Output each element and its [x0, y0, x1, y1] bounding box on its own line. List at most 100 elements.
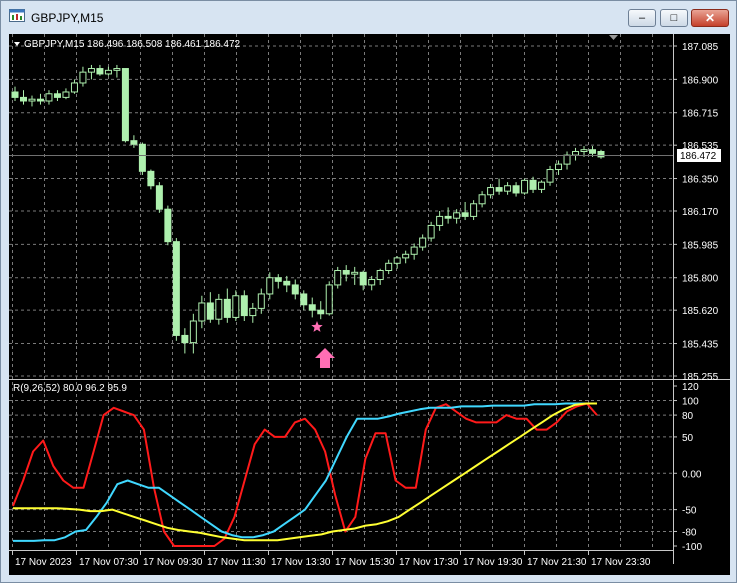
- candle-body: [529, 179, 537, 190]
- candle-body: [436, 215, 444, 226]
- close-icon: ✕: [704, 11, 716, 25]
- signal-star-icon: [311, 321, 323, 332]
- candle-body: [87, 68, 95, 73]
- close-button[interactable]: ✕: [691, 9, 729, 27]
- candle-body: [512, 185, 520, 194]
- chart-shift-icon[interactable]: [609, 35, 618, 40]
- time-tick-label: 17 Nov 11:30: [207, 557, 266, 568]
- indicator-tick-label: 0.00: [682, 469, 702, 480]
- candle-body: [538, 181, 546, 190]
- maximize-button[interactable]: □: [660, 9, 688, 27]
- chart-menu-triangle-icon[interactable]: [14, 42, 20, 46]
- candle-body: [461, 212, 469, 217]
- price-tick-label: 185.435: [682, 340, 719, 351]
- indicator-header: R(9,26,52) 80.0 96.2 95.9: [13, 383, 127, 394]
- candle-body: [393, 257, 401, 264]
- candle-body: [555, 163, 563, 171]
- candle-body: [444, 215, 452, 219]
- candle-body: [232, 295, 240, 318]
- candle-body: [274, 277, 282, 282]
- candle-body: [495, 187, 503, 192]
- candle-body: [504, 185, 512, 192]
- candle-body: [317, 309, 325, 315]
- candle-body: [283, 280, 291, 286]
- price-tick-label: 186.715: [682, 109, 719, 120]
- candle-body: [164, 208, 172, 243]
- time-tick-label: 17 Nov 15:30: [335, 557, 395, 568]
- candle-body: [521, 179, 529, 194]
- candle-body: [198, 302, 206, 322]
- title-bar[interactable]: GBPJPY,M15 – □ ✕: [1, 1, 736, 31]
- candle-body: [215, 298, 223, 320]
- indicator-line-fast: [12, 402, 598, 547]
- candle-body: [300, 293, 308, 306]
- candle-body: [62, 91, 70, 98]
- minimize-button[interactable]: –: [628, 9, 656, 27]
- price-tick-label: 186.900: [682, 75, 719, 86]
- candle-body: [53, 93, 61, 98]
- current-price-label: 186.472: [680, 151, 717, 162]
- candle-body: [155, 185, 163, 210]
- candle-body: [70, 82, 78, 93]
- chart-canvas[interactable]: GBPJPY,M15 186.496 186.508 186.461 186.4…: [9, 34, 730, 575]
- price-tick-label: 185.620: [682, 306, 719, 317]
- candle-body: [470, 203, 478, 217]
- candle-body: [351, 271, 359, 275]
- candle-body: [325, 284, 333, 315]
- window-title: GBPJPY,M15: [31, 11, 104, 25]
- candle-body: [580, 149, 588, 152]
- price-tick-label: 186.535: [682, 141, 719, 152]
- candle-body: [130, 140, 138, 145]
- candle-body: [28, 98, 36, 102]
- candle-body: [410, 246, 418, 255]
- candle-body: [206, 302, 214, 320]
- indicator-tick-label: 50: [682, 433, 694, 444]
- candle-body: [189, 320, 197, 344]
- candle-body: [308, 304, 316, 311]
- price-tick-label: 185.800: [682, 274, 719, 285]
- chart-svg: GBPJPY,M15 186.496 186.508 186.461 186.4…: [9, 34, 730, 568]
- candle-body: [96, 68, 104, 75]
- candle-body: [597, 150, 605, 158]
- candle-body: [172, 241, 180, 336]
- time-tick-label: 17 Nov 2023: [15, 557, 72, 568]
- time-tick-label: 17 Nov 17:30: [399, 557, 459, 568]
- candle-body: [546, 169, 554, 183]
- candle-body: [478, 194, 486, 205]
- candle-body: [572, 150, 580, 156]
- indicator-tick-label: -50: [682, 506, 697, 517]
- candle-body: [266, 277, 274, 295]
- minimize-icon: –: [638, 12, 646, 24]
- candle-body: [223, 298, 231, 318]
- candle-body: [36, 98, 44, 102]
- candle-body: [121, 68, 129, 142]
- candle-body: [359, 271, 367, 286]
- chart-window: GBPJPY,M15 – □ ✕ GBPJPY,M15 186.496 186.…: [0, 0, 737, 583]
- candle-body: [257, 293, 265, 309]
- price-tick-label: 187.085: [682, 42, 719, 53]
- candle-body: [427, 224, 435, 239]
- candle-body: [138, 143, 146, 172]
- candle-body: [453, 212, 461, 219]
- chart-window-icon: [9, 9, 25, 22]
- indicator-tick-label: 80: [682, 411, 694, 422]
- price-tick-label: 186.350: [682, 175, 719, 186]
- time-tick-label: 17 Nov 13:30: [271, 557, 331, 568]
- indicator-tick-label: -100: [682, 542, 702, 553]
- time-tick-label: 17 Nov 21:30: [527, 557, 587, 568]
- candle-body: [104, 69, 112, 75]
- candle-body: [385, 262, 393, 272]
- candle-body: [419, 237, 427, 248]
- candle-body: [563, 154, 571, 165]
- candle-body: [487, 187, 495, 196]
- candle-body: [147, 170, 155, 187]
- candle-body: [589, 149, 597, 154]
- candle-body: [249, 307, 257, 317]
- candle-body: [11, 91, 19, 98]
- candle-body: [19, 96, 27, 102]
- price-tick-label: 186.170: [682, 207, 719, 218]
- price-tick-label: 185.985: [682, 240, 719, 251]
- time-tick-label: 17 Nov 07:30: [79, 557, 139, 568]
- time-tick-label: 17 Nov 09:30: [143, 557, 203, 568]
- maximize-icon: □: [670, 12, 678, 24]
